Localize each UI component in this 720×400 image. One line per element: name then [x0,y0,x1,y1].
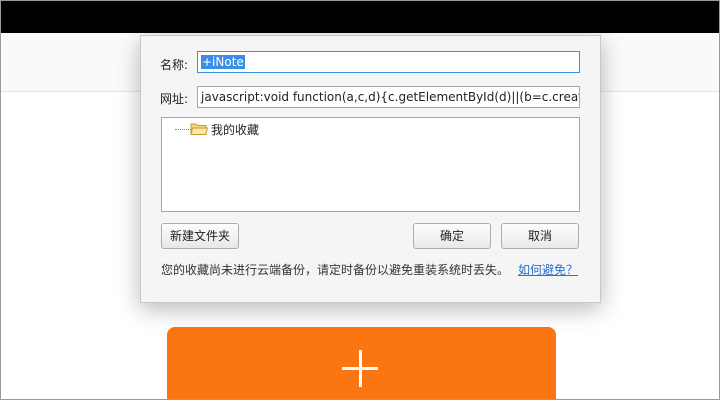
tree-connector [175,129,191,130]
folder-tree[interactable]: 我的收藏 [161,117,580,212]
name-input[interactable]: +iNote [197,51,580,73]
url-label: 网址: [160,92,189,106]
name-input-value: +iNote [201,55,245,69]
folder-icon [190,123,208,135]
add-bookmark-dialog: 名称: +iNote 网址: javascript:void function(… [140,35,601,303]
top-bar [1,1,719,33]
name-label: 名称: [160,58,189,72]
backup-tip-text: 您的收藏尚未进行云端备份，请定时备份以避免重装系统时丢失。 [161,263,510,277]
ok-button[interactable]: 确定 [413,223,491,249]
plus-icon-vertical [359,350,362,387]
add-tile-button[interactable] [167,327,556,399]
url-input-value: javascript:void function(a,c,d){c.getEle… [201,90,580,104]
new-folder-button[interactable]: 新建文件夹 [161,223,239,249]
url-input[interactable]: javascript:void function(a,c,d){c.getEle… [197,86,580,108]
browser-window: 名称: +iNote 网址: javascript:void function(… [0,0,720,400]
backup-help-link[interactable]: 如何避免？ [518,261,578,278]
cancel-button[interactable]: 取消 [501,223,579,249]
tree-item-my-favorites[interactable]: 我的收藏 [211,121,259,138]
